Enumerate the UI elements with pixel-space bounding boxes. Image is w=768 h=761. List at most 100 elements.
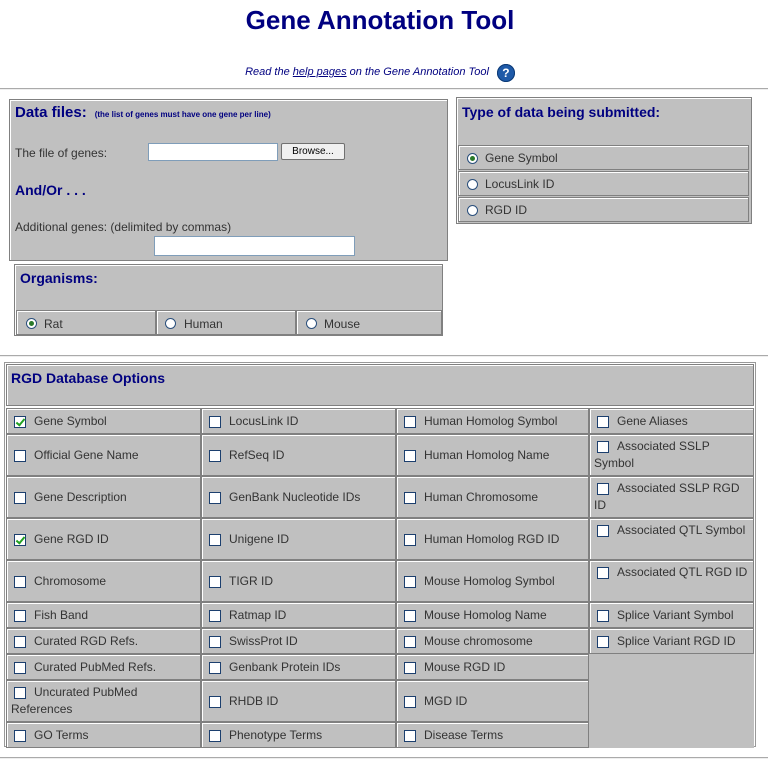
rgd-checkbox-unigene-id[interactable] xyxy=(209,534,221,546)
rgd-option-refseq-id[interactable]: RefSeq ID xyxy=(201,434,396,476)
rgd-option-swissprot-id[interactable]: SwissProt ID xyxy=(201,628,396,654)
rgd-option-genbank-nucleotide-ids[interactable]: GenBank Nucleotide IDs xyxy=(201,476,396,518)
rgd-option-tigr-id[interactable]: TIGR ID xyxy=(201,560,396,602)
rgd-option-splice-variant-symbol[interactable]: Splice Variant Symbol xyxy=(589,602,754,628)
rgd-option-fish-band[interactable]: Fish Band xyxy=(6,602,201,628)
rgd-checkbox-mouse-homolog-name[interactable] xyxy=(404,610,416,622)
rgd-option-human-homolog-name[interactable]: Human Homolog Name xyxy=(396,434,589,476)
rgd-option-mouse-chromosome[interactable]: Mouse chromosome xyxy=(396,628,589,654)
rgd-checkbox-human-homolog-symbol[interactable] xyxy=(404,416,416,428)
rgd-option-mouse-homolog-symbol[interactable]: Mouse Homolog Symbol xyxy=(396,560,589,602)
rgd-checkbox-curated-rgd-refs[interactable] xyxy=(14,636,26,648)
rgd-empty-cell xyxy=(589,722,754,748)
browse-button[interactable]: Browse... xyxy=(281,143,345,160)
organism-option-mouse[interactable]: Mouse xyxy=(296,310,442,335)
organism-option-rat[interactable]: Rat xyxy=(16,310,156,335)
rgd-checkbox-mouse-homolog-symbol[interactable] xyxy=(404,576,416,588)
rgd-option-associated-sslp-symbol[interactable]: Associated SSLP Symbol xyxy=(589,434,754,476)
rgd-checkbox-splice-variant-rgd-id[interactable] xyxy=(597,636,609,648)
data-type-radio-gene-symbol[interactable] xyxy=(467,153,478,164)
rgd-option-unigene-id[interactable]: Unigene ID xyxy=(201,518,396,560)
rgd-option-gene-rgd-id[interactable]: Gene RGD ID xyxy=(6,518,201,560)
rgd-option-curated-rgd-refs[interactable]: Curated RGD Refs. xyxy=(6,628,201,654)
data-type-option-rgd-id[interactable]: RGD ID xyxy=(458,197,749,222)
rgd-option-rhdb-id[interactable]: RHDB ID xyxy=(201,680,396,722)
data-type-option-gene-symbol[interactable]: Gene Symbol xyxy=(458,145,749,170)
rgd-label-human-chromosome: Human Chromosome xyxy=(424,490,539,504)
rgd-checkbox-phenotype-terms[interactable] xyxy=(209,730,221,742)
rgd-checkbox-tigr-id[interactable] xyxy=(209,576,221,588)
rgd-checkbox-mgd-id[interactable] xyxy=(404,696,416,708)
rgd-label-splice-variant-rgd-id: Splice Variant RGD ID xyxy=(617,634,736,648)
rgd-checkbox-disease-terms[interactable] xyxy=(404,730,416,742)
data-type-radio-rgd-id[interactable] xyxy=(467,205,478,216)
rgd-checkbox-swissprot-id[interactable] xyxy=(209,636,221,648)
rgd-label-mouse-chromosome: Mouse chromosome xyxy=(424,634,533,648)
rgd-options-header: RGD Database Options xyxy=(6,364,754,406)
rgd-label-gene-rgd-id: Gene RGD ID xyxy=(34,532,109,546)
data-type-heading: Type of data being submitted: xyxy=(462,104,661,120)
rgd-option-ratmap-id[interactable]: Ratmap ID xyxy=(201,602,396,628)
organism-radio-mouse[interactable] xyxy=(306,318,317,329)
help-pages-link[interactable]: help pages xyxy=(293,66,347,78)
rgd-checkbox-mouse-rgd-id[interactable] xyxy=(404,662,416,674)
organism-option-human[interactable]: Human xyxy=(156,310,296,335)
rgd-checkbox-curated-pubmed-refs[interactable] xyxy=(14,662,26,674)
rgd-checkbox-go-terms[interactable] xyxy=(14,730,26,742)
rgd-label-gene-aliases: Gene Aliases xyxy=(617,414,688,428)
organism-radio-human[interactable] xyxy=(165,318,176,329)
rgd-option-go-terms[interactable]: GO Terms xyxy=(6,722,201,748)
rgd-option-associated-sslp-rgd-id[interactable]: Associated SSLP RGD ID xyxy=(589,476,754,518)
rgd-option-locuslink-id[interactable]: LocusLink ID xyxy=(201,408,396,434)
rgd-option-mouse-rgd-id[interactable]: Mouse RGD ID xyxy=(396,654,589,680)
rgd-option-human-homolog-symbol[interactable]: Human Homolog Symbol xyxy=(396,408,589,434)
data-type-radio-locuslink[interactable] xyxy=(467,179,478,190)
help-line: Read the help pages on the Gene Annotati… xyxy=(0,64,760,82)
rgd-label-human-homolog-symbol: Human Homolog Symbol xyxy=(424,414,558,428)
rgd-option-associated-qtl-rgd-id[interactable]: Associated QTL RGD ID xyxy=(589,560,754,602)
rgd-checkbox-gene-symbol[interactable] xyxy=(14,416,26,428)
rgd-checkbox-gene-description[interactable] xyxy=(14,492,26,504)
rgd-option-phenotype-terms[interactable]: Phenotype Terms xyxy=(201,722,396,748)
rgd-option-human-chromosome[interactable]: Human Chromosome xyxy=(396,476,589,518)
rgd-checkbox-mouse-chromosome[interactable] xyxy=(404,636,416,648)
rgd-option-gene-description[interactable]: Gene Description xyxy=(6,476,201,518)
rgd-checkbox-chromosome[interactable] xyxy=(14,576,26,588)
data-type-option-locuslink[interactable]: LocusLink ID xyxy=(458,171,749,196)
rgd-checkbox-fish-band[interactable] xyxy=(14,610,26,622)
rgd-option-disease-terms[interactable]: Disease Terms xyxy=(396,722,589,748)
rgd-checkbox-human-chromosome[interactable] xyxy=(404,492,416,504)
rgd-checkbox-gene-aliases[interactable] xyxy=(597,416,609,428)
rgd-checkbox-human-homolog-rgd-id[interactable] xyxy=(404,534,416,546)
rgd-checkbox-genbank-nucleotide-ids[interactable] xyxy=(209,492,221,504)
organism-label-rat: Rat xyxy=(44,317,63,331)
rgd-checkbox-official-gene-name[interactable] xyxy=(14,450,26,462)
rgd-checkbox-human-homolog-name[interactable] xyxy=(404,450,416,462)
rgd-label-fish-band: Fish Band xyxy=(34,608,89,622)
rgd-checkbox-refseq-id[interactable] xyxy=(209,450,221,462)
rgd-checkbox-gene-rgd-id[interactable] xyxy=(14,534,26,546)
rgd-option-associated-qtl-symbol[interactable]: Associated QTL Symbol xyxy=(589,518,754,560)
rgd-option-mouse-homolog-name[interactable]: Mouse Homolog Name xyxy=(396,602,589,628)
rgd-option-genbank-protein-ids[interactable]: Genbank Protein IDs xyxy=(201,654,396,680)
rgd-checkbox-genbank-protein-ids[interactable] xyxy=(209,662,221,674)
rgd-option-chromosome[interactable]: Chromosome xyxy=(6,560,201,602)
rgd-option-human-homolog-rgd-id[interactable]: Human Homolog RGD ID xyxy=(396,518,589,560)
organism-radio-rat[interactable] xyxy=(26,318,37,329)
data-type-label-rgd-id: RGD ID xyxy=(485,203,527,217)
rgd-checkbox-splice-variant-symbol[interactable] xyxy=(597,610,609,622)
rgd-option-gene-aliases[interactable]: Gene Aliases xyxy=(589,408,754,434)
rgd-empty-cell xyxy=(589,654,754,680)
rgd-checkbox-ratmap-id[interactable] xyxy=(209,610,221,622)
rgd-option-gene-symbol[interactable]: Gene Symbol xyxy=(6,408,201,434)
rgd-checkbox-locuslink-id[interactable] xyxy=(209,416,221,428)
rgd-option-uncurated-pubmed-references[interactable]: Uncurated PubMed References xyxy=(6,680,201,722)
rgd-option-splice-variant-rgd-id[interactable]: Splice Variant RGD ID xyxy=(589,628,754,654)
additional-genes-input[interactable] xyxy=(154,236,355,256)
rgd-option-curated-pubmed-refs[interactable]: Curated PubMed Refs. xyxy=(6,654,201,680)
file-of-genes-input[interactable] xyxy=(148,143,278,161)
help-question-icon[interactable]: ? xyxy=(496,64,515,82)
rgd-checkbox-rhdb-id[interactable] xyxy=(209,696,221,708)
rgd-option-mgd-id[interactable]: MGD ID xyxy=(396,680,589,722)
rgd-option-official-gene-name[interactable]: Official Gene Name xyxy=(6,434,201,476)
